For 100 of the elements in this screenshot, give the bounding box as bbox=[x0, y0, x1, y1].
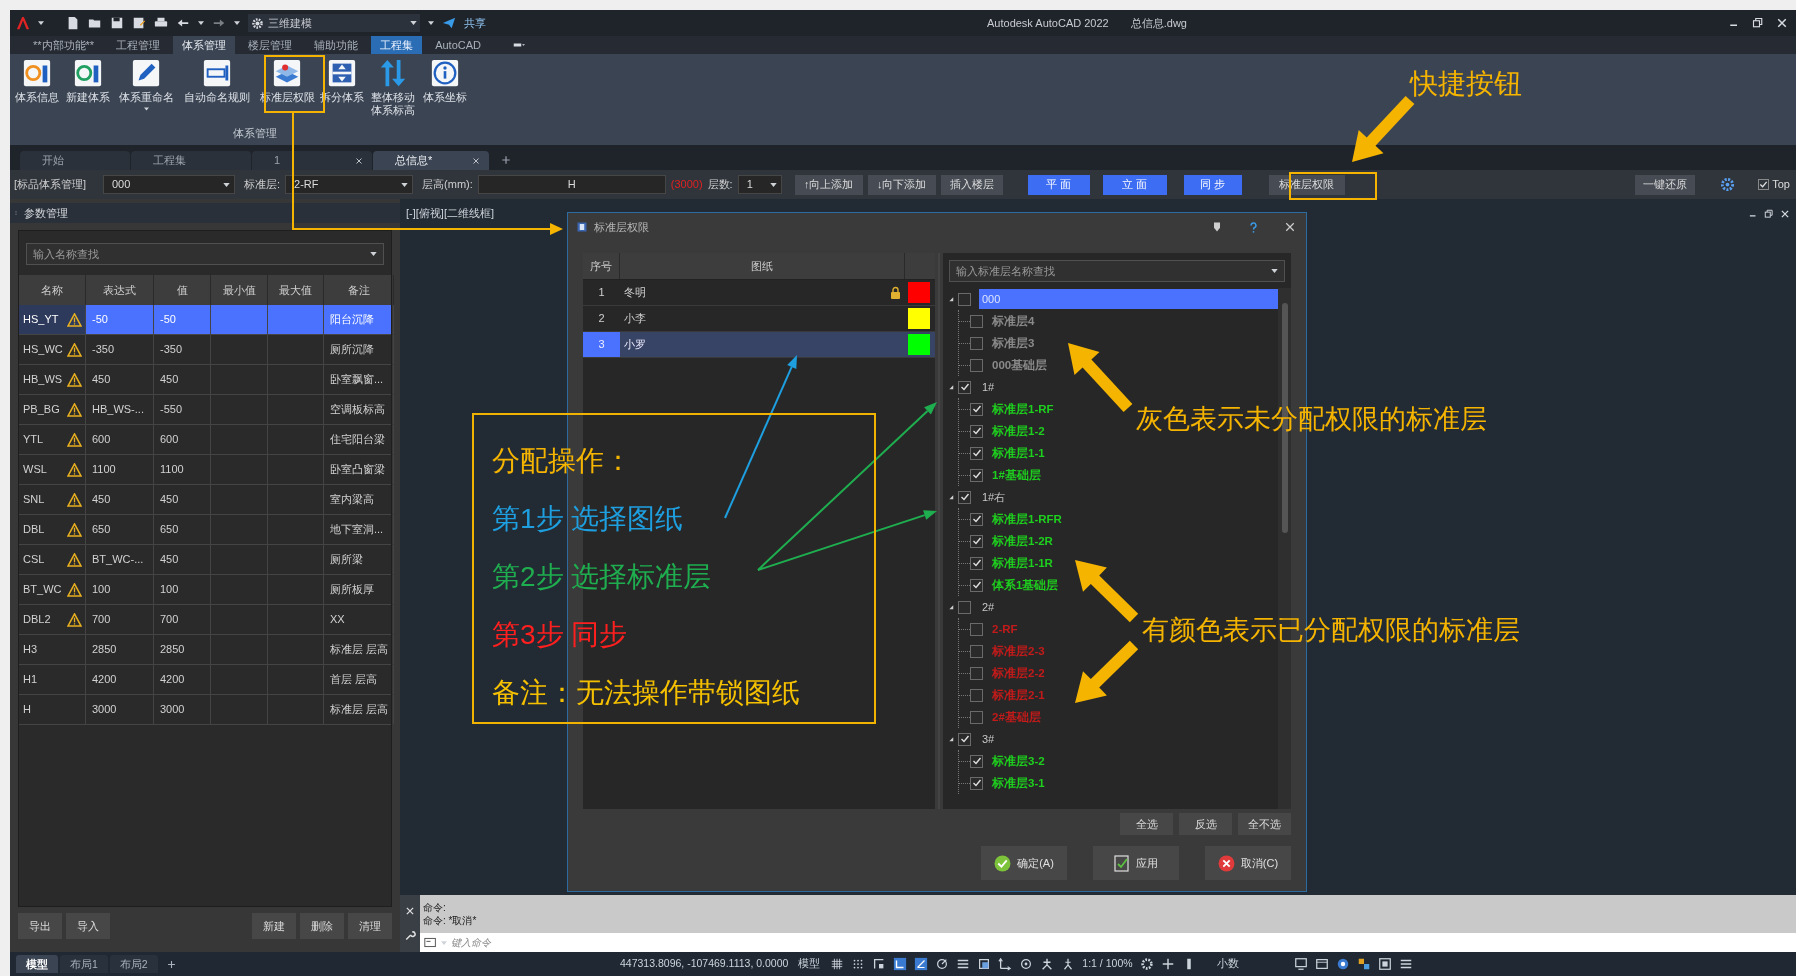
close-icon[interactable] bbox=[1780, 209, 1790, 219]
plus-icon[interactable] bbox=[1160, 957, 1175, 971]
send-icon[interactable] bbox=[442, 16, 456, 30]
ribbon-tab[interactable]: 体系管理 bbox=[173, 36, 236, 54]
close-icon[interactable] bbox=[405, 905, 415, 916]
tree-item[interactable]: 2# bbox=[979, 597, 998, 617]
tree-item[interactable]: 1#基础层 bbox=[990, 465, 1043, 485]
column-header[interactable]: 图纸 bbox=[620, 253, 905, 279]
table-row[interactable]: H 3000 3000 标准层 层高 bbox=[19, 695, 391, 725]
checkbox[interactable] bbox=[970, 314, 983, 328]
toolbar-button[interactable]: 同 步 bbox=[1183, 174, 1242, 195]
layout-tab[interactable]: 布局1 bbox=[60, 955, 108, 973]
tree-item[interactable]: 标准层1-RFR bbox=[990, 509, 1064, 529]
dropdown[interactable]: 1 bbox=[737, 175, 782, 194]
polar-icon[interactable] bbox=[935, 957, 950, 971]
table-row[interactable]: DBL2 700 700 XX bbox=[19, 605, 391, 635]
ribbon-button[interactable]: 体系信息 bbox=[14, 58, 60, 104]
close-icon[interactable] bbox=[1284, 221, 1296, 233]
layout-tab[interactable]: 布局2 bbox=[109, 955, 158, 973]
help-icon[interactable] bbox=[1247, 220, 1260, 234]
checkbox[interactable] bbox=[970, 358, 983, 372]
dropdown[interactable]: 2-RF bbox=[285, 175, 414, 194]
monitor-icon[interactable] bbox=[1293, 957, 1308, 971]
ortho-icon[interactable] bbox=[893, 957, 908, 971]
checkbox[interactable] bbox=[970, 534, 983, 548]
expand-toggle-icon[interactable] bbox=[948, 383, 955, 391]
layers-icon[interactable] bbox=[977, 957, 992, 971]
panel-button[interactable]: 新建 bbox=[252, 913, 296, 939]
wrench-icon[interactable] bbox=[404, 929, 416, 942]
checkbox[interactable] bbox=[970, 710, 983, 724]
tree-item[interactable]: 体系1基础层 bbox=[990, 575, 1061, 595]
share-link[interactable]: 共享 bbox=[464, 14, 486, 32]
pin-icon[interactable] bbox=[1211, 221, 1223, 233]
close-icon[interactable] bbox=[1776, 17, 1788, 29]
tree-item[interactable]: 标准层1-1R bbox=[990, 553, 1055, 573]
ribbon-button[interactable]: 体系坐标 bbox=[422, 58, 468, 104]
checkbox[interactable] bbox=[970, 622, 983, 636]
tree-item[interactable]: 标准层3-1 bbox=[990, 773, 1047, 793]
table-row[interactable]: 1 冬明 bbox=[583, 280, 935, 306]
column-header[interactable]: 序号 bbox=[583, 253, 620, 279]
table-row[interactable]: HB_WS 450 450 卧室飘窗... bbox=[19, 365, 391, 395]
tree-item[interactable]: 标准层4 bbox=[990, 311, 1037, 331]
checkbox[interactable] bbox=[970, 776, 983, 790]
dialog-button[interactable]: 应用 bbox=[1093, 846, 1179, 880]
tree-item[interactable]: 1# bbox=[979, 377, 998, 397]
tree-item[interactable]: 标准层1-RF bbox=[990, 399, 1056, 419]
angle-icon[interactable] bbox=[914, 957, 929, 971]
search-field[interactable]: 输入标准层名称查找 bbox=[949, 260, 1285, 282]
ribbon-tab[interactable]: 楼层管理 bbox=[239, 36, 302, 54]
document-tab[interactable]: 开始 bbox=[20, 151, 130, 170]
checkbox[interactable] bbox=[958, 490, 971, 504]
new-file-icon[interactable] bbox=[66, 16, 80, 30]
expand-toggle-icon[interactable] bbox=[948, 603, 955, 611]
ribbon-tab[interactable]: 辅助功能 bbox=[305, 36, 368, 54]
checkbox[interactable] bbox=[970, 644, 983, 658]
ribbon-button[interactable]: 体系重命名 bbox=[116, 58, 176, 111]
tree-item[interactable]: 标准层3 bbox=[990, 333, 1037, 353]
search-field[interactable]: 输入名称查找 bbox=[26, 243, 384, 265]
toolbar-button[interactable]: 平 面 bbox=[1027, 174, 1090, 195]
checkbox[interactable] bbox=[970, 688, 983, 702]
toolbar-button[interactable]: 标准层权限 bbox=[1268, 174, 1345, 195]
ribbon-tab[interactable]: 工程集 bbox=[371, 36, 423, 54]
expand-toggle-icon[interactable] bbox=[948, 295, 955, 303]
height-field[interactable]: H bbox=[477, 175, 666, 194]
table-row[interactable]: DBL 650 650 地下室洞... bbox=[19, 515, 391, 545]
model-space-button[interactable]: 模型 bbox=[798, 956, 821, 972]
ribbon-tab[interactable]: 工程管理 bbox=[107, 36, 170, 54]
panel-button[interactable]: 清理 bbox=[348, 913, 392, 939]
save-as-icon[interactable] bbox=[132, 16, 146, 30]
panel-button[interactable]: 删除 bbox=[300, 913, 344, 939]
settings-icon[interactable] bbox=[1720, 177, 1736, 192]
document-tab[interactable]: 总信息* bbox=[373, 151, 489, 170]
restore-icon[interactable] bbox=[1752, 17, 1764, 29]
table-row[interactable]: WSL 1100 1100 卧室凸窗梁 bbox=[19, 455, 391, 485]
menu-icon[interactable] bbox=[1398, 957, 1413, 971]
toolbar-button[interactable]: 立 面 bbox=[1102, 174, 1167, 195]
table-row[interactable]: CSL BT_WC-... 450 厕所梁 bbox=[19, 545, 391, 575]
tree-item[interactable]: 1#右 bbox=[979, 487, 1009, 507]
restore-icon[interactable] bbox=[1764, 209, 1774, 219]
document-tab[interactable]: 工程集 bbox=[131, 151, 251, 170]
tree-item[interactable]: 标准层1-2R bbox=[990, 531, 1055, 551]
grid-icon[interactable] bbox=[830, 957, 845, 971]
table-row[interactable]: HS_YT -50 -50 阳台沉降 bbox=[19, 305, 391, 335]
workspace-dropdown[interactable]: 三维建模 bbox=[248, 14, 420, 32]
tree-item[interactable]: 标准层3-2 bbox=[990, 751, 1047, 771]
tree-item[interactable]: 标准层1-2 bbox=[990, 421, 1047, 441]
checkbox[interactable] bbox=[970, 446, 983, 460]
toolbar-button[interactable]: 插入楼层 bbox=[940, 174, 1003, 195]
table-row[interactable]: SNL 450 450 室内梁高 bbox=[19, 485, 391, 515]
table-row[interactable]: 3 小罗 bbox=[583, 332, 935, 358]
checkbox[interactable] bbox=[970, 578, 983, 592]
dialog-button[interactable]: 确定(A) bbox=[981, 846, 1067, 880]
toolbar-button[interactable]: ↓向下添加 bbox=[867, 174, 936, 195]
lineweight-icon[interactable] bbox=[956, 957, 971, 971]
panel-button[interactable]: 导出 bbox=[18, 913, 62, 939]
tree-item[interactable]: 标准层1-1 bbox=[990, 443, 1047, 463]
tree-item[interactable]: 000基础层 bbox=[990, 355, 1050, 375]
checkbox[interactable] bbox=[958, 732, 971, 746]
checkbox[interactable] bbox=[958, 380, 971, 394]
table-row[interactable]: YTL 600 600 住宅阳台梁 bbox=[19, 425, 391, 455]
